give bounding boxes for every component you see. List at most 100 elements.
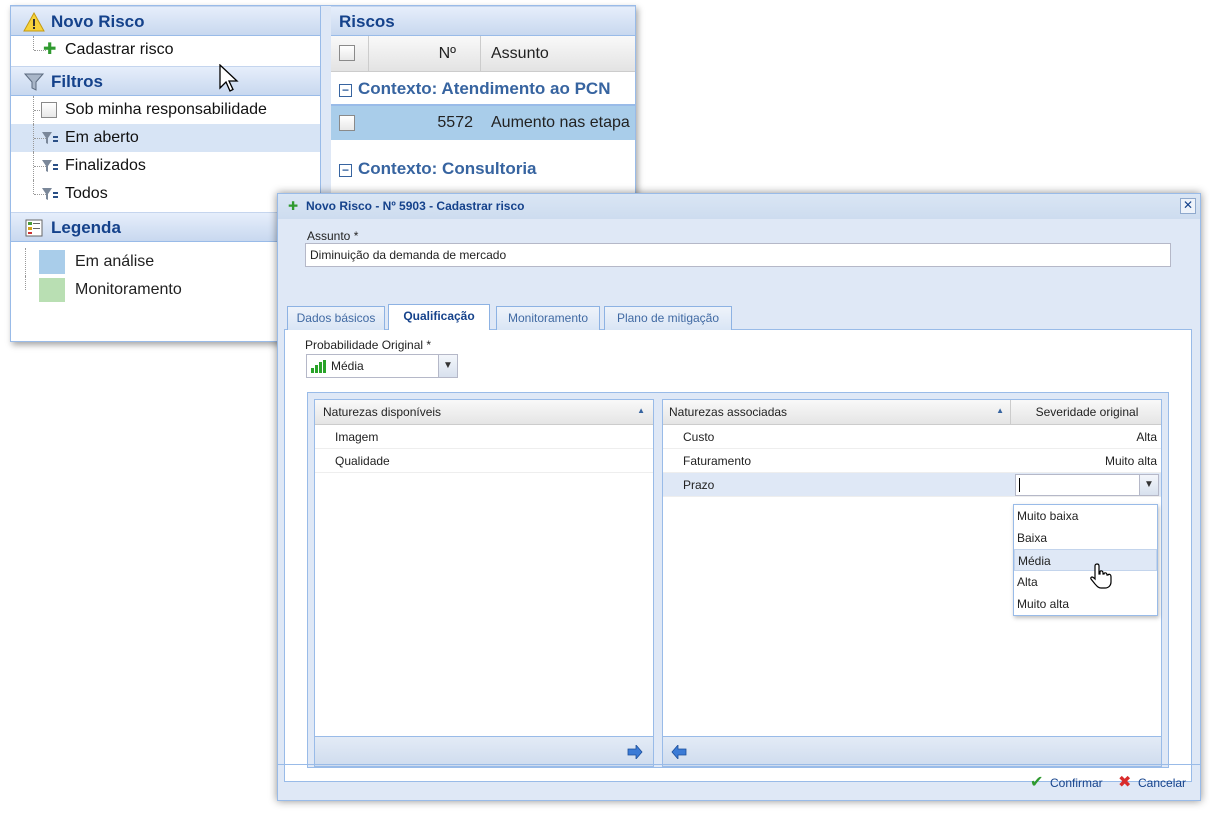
tree-connector (25, 248, 26, 276)
tab-strip: Dados básicos Qualificação Monitoramento… (284, 302, 1192, 331)
select-all-cell[interactable] (331, 36, 369, 72)
disponiveis-header-label: Naturezas disponíveis (323, 405, 442, 419)
novo-risco-title: Novo Risco (51, 12, 145, 31)
severidade-value: Alta (1136, 430, 1157, 444)
confirmar-button[interactable]: ✔ Confirmar (1030, 773, 1103, 793)
group-label: Contexto: Atendimento ao PCN (358, 79, 611, 98)
filtros-header[interactable]: Filtros (11, 66, 320, 96)
dialog-footer: ✔ Confirmar ✖ Cancelar (278, 764, 1200, 800)
legend-item-em-analise: Em análise (11, 248, 320, 276)
filter-list-icon (42, 160, 58, 172)
disponiveis-footer (315, 736, 653, 766)
table-row[interactable]: Prazo ▼ (663, 473, 1161, 497)
dropdown-option[interactable]: Muito baixa (1014, 505, 1157, 527)
assunto-label: Assunto * (307, 229, 359, 243)
cancelar-label: Cancelar (1138, 776, 1187, 790)
dialog-title: Novo Risco - Nº 5903 - Cadastrar risco (306, 199, 525, 213)
cancelar-button[interactable]: ✖ Cancelar (1118, 773, 1186, 793)
select-all-checkbox[interactable] (339, 45, 355, 61)
col-assunto-header[interactable]: Assunto (481, 36, 635, 72)
disponiveis-header[interactable]: Naturezas disponíveis ▲ (315, 400, 653, 425)
cadastrar-risco-item[interactable]: ✚ Cadastrar risco (11, 36, 320, 64)
filter-list-icon (42, 132, 58, 144)
legend-label: Monitoramento (75, 281, 182, 298)
associadas-header-label: Naturezas associadas (669, 405, 788, 419)
table-row[interactable]: 5572 Aumento nas etapa (331, 106, 635, 140)
collapse-icon[interactable]: − (339, 164, 352, 177)
legenda-header[interactable]: Legenda (11, 212, 320, 242)
hand-pointer-icon (1090, 563, 1112, 589)
col-num-header[interactable]: Nº (369, 36, 481, 72)
filtros-title: Filtros (51, 72, 103, 91)
group-label: Contexto: Consultoria (358, 159, 537, 178)
naturezas-disponiveis-list: Naturezas disponíveis ▲ Imagem Qualidade (314, 399, 654, 767)
associadas-footer (663, 736, 1161, 766)
natureza-name: Custo (683, 430, 715, 444)
tab-plano-de-mitigacao[interactable]: Plano de mitigação (604, 306, 732, 330)
group-row[interactable]: − Contexto: Consultoria (331, 152, 635, 186)
dialog-body: Assunto * Diminuição da demanda de merca… (278, 219, 1200, 800)
natureza-name: Faturamento (683, 454, 752, 468)
signal-bars-icon (311, 360, 327, 373)
group-row[interactable]: − Contexto: Atendimento ao PCN (331, 72, 635, 106)
legend-item-monitoramento: Monitoramento (11, 276, 320, 304)
filter-sob-minha-responsabilidade[interactable]: Sob minha responsabilidade (11, 96, 320, 124)
chevron-down-icon[interactable]: ▼ (438, 354, 458, 378)
tab-monitoramento[interactable]: Monitoramento (496, 306, 600, 330)
severidade-combo[interactable]: ▼ (1015, 474, 1159, 496)
cadastrar-risco-label: Cadastrar risco (65, 41, 174, 58)
arrow-left-icon[interactable] (671, 745, 687, 759)
severidade-header[interactable]: Severidade original (1013, 400, 1161, 425)
assunto-input[interactable]: Diminuição da demanda de mercado (305, 243, 1171, 267)
tree-connector (25, 276, 26, 290)
filter-list-icon (42, 188, 58, 200)
sort-asc-icon: ▲ (637, 406, 645, 415)
row-checkbox[interactable] (339, 115, 355, 131)
probabilidade-combo[interactable]: Média ▼ (306, 354, 458, 378)
confirmar-label: Confirmar (1050, 776, 1103, 790)
cross-icon: ✖ (1118, 774, 1132, 791)
riscos-header: Riscos (331, 6, 635, 36)
sort-asc-icon: ▲ (996, 406, 1004, 415)
filter-icon (23, 73, 45, 91)
legend-swatch (39, 250, 65, 274)
severidade-dropdown: Muito baixa Baixa Média Alta Muito alta (1013, 504, 1158, 616)
riscos-title: Riscos (339, 12, 395, 31)
left-panel: Novo Risco ✚ Cadastrar risco Filtros Sob… (11, 6, 321, 341)
row-num: 5572 (437, 114, 473, 131)
close-icon[interactable]: ✕ (1180, 198, 1196, 214)
filter-todos[interactable]: Todos (11, 180, 320, 208)
legend-label: Em análise (75, 253, 155, 270)
probabilidade-label: Probabilidade Original * (305, 338, 432, 352)
mouse-pointer-icon (219, 64, 239, 92)
collapse-icon[interactable]: − (339, 84, 352, 97)
filter-label: Sob minha responsabilidade (65, 101, 267, 118)
dropdown-option[interactable]: Muito alta (1014, 593, 1157, 615)
table-row[interactable]: Faturamento Muito alta (663, 449, 1161, 473)
checkmark-icon: ✔ (1030, 774, 1044, 791)
novo-risco-header[interactable]: Novo Risco (11, 6, 320, 36)
probabilidade-value: Média (331, 359, 364, 373)
filter-label: Finalizados (65, 157, 146, 174)
row-assunto: Aumento nas etapa (491, 114, 630, 131)
cadastrar-risco-dialog: ✚ Novo Risco - Nº 5903 - Cadastrar risco… (277, 193, 1201, 801)
arrow-right-icon[interactable] (627, 745, 643, 759)
checkbox[interactable] (41, 102, 57, 118)
legend-icon (25, 219, 43, 237)
filter-em-aberto[interactable]: Em aberto (11, 124, 320, 152)
list-item[interactable]: Qualidade (315, 449, 653, 473)
list-item[interactable]: Imagem (315, 425, 653, 449)
table-row[interactable]: Custo Alta (663, 425, 1161, 449)
legend-swatch (39, 278, 65, 302)
dropdown-option-highlighted[interactable]: Média (1014, 549, 1157, 571)
tab-qualificacao[interactable]: Qualificação (388, 304, 490, 331)
warning-icon (23, 11, 45, 32)
associadas-header-cell[interactable]: Naturezas associadas ▲ (669, 400, 1011, 425)
filter-finalizados[interactable]: Finalizados (11, 152, 320, 180)
chevron-down-icon[interactable]: ▼ (1139, 474, 1159, 496)
dropdown-option[interactable]: Baixa (1014, 527, 1157, 549)
tab-dados-basicos[interactable]: Dados básicos (287, 306, 385, 330)
severidade-value: Muito alta (1104, 454, 1157, 468)
dialog-title-bar[interactable]: ✚ Novo Risco - Nº 5903 - Cadastrar risco… (278, 194, 1200, 219)
dropdown-option[interactable]: Alta (1014, 571, 1157, 593)
